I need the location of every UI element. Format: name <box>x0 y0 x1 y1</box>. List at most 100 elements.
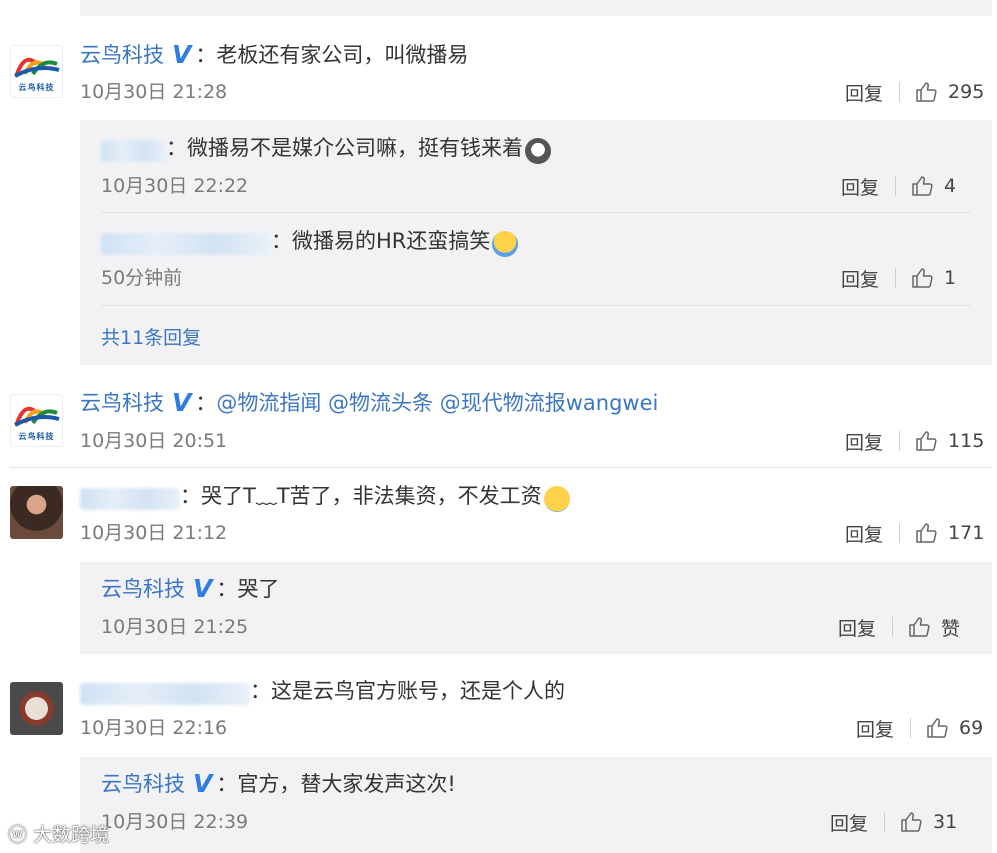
comment-time: 10月30日 20:51 <box>80 430 228 452</box>
reply-button[interactable]: 回复 <box>845 79 883 106</box>
divider <box>884 812 886 832</box>
author-name[interactable]: 云鸟科技 <box>101 577 185 601</box>
reply-text: 微播易不是媒介公司嘛，挺有钱来着 <box>187 136 523 160</box>
comment-actions: 回复 171 <box>845 519 984 547</box>
reply-time: 10月30日 22:22 <box>101 175 249 197</box>
comment-line: 云鸟科技 V ：老板还有家公司，叫微播易 <box>80 40 468 72</box>
reply-button[interactable]: 回复 <box>830 809 868 836</box>
yunniao-logo-icon <box>14 57 60 78</box>
reply-actions: 回复 31 <box>830 808 957 836</box>
colon: ： <box>250 679 271 703</box>
thumbs-up-icon <box>909 617 930 637</box>
reply-line: 云鸟科技 V ：哭了 <box>101 574 279 606</box>
author-name[interactable]: 云鸟科技 <box>80 43 164 67</box>
reply-button[interactable]: 回复 <box>845 520 883 547</box>
comment-line: ：哭了T﹏T苦了，非法集资，不发工资 <box>80 481 570 513</box>
comment-time: 10月30日 21:12 <box>80 522 228 544</box>
thumbs-up-icon <box>901 812 922 832</box>
thumbs-up-icon <box>912 176 933 196</box>
divider <box>910 718 912 738</box>
avatar[interactable] <box>10 486 63 539</box>
verified-v-icon: V <box>193 574 213 603</box>
like-button[interactable]: 69 <box>925 716 983 740</box>
blurred-username[interactable] <box>101 139 166 162</box>
reply-button[interactable]: 回复 <box>841 173 879 200</box>
comment-actions: 回复 295 <box>845 78 984 106</box>
like-button[interactable]: 1 <box>910 266 956 290</box>
comment-line: ：这是云鸟官方账号，还是个人的 <box>80 676 565 708</box>
comment-line: 云鸟科技 V ：@物流指闻 @物流头条 @现代物流报wangwei <box>80 388 658 420</box>
avatar[interactable] <box>10 682 63 735</box>
like-count: 4 <box>944 175 957 197</box>
like-count: 115 <box>948 430 985 452</box>
crying-emoji-icon <box>543 485 570 512</box>
colon: ： <box>271 229 292 253</box>
like-button[interactable]: 赞 <box>907 614 960 641</box>
blurred-username[interactable] <box>101 232 271 255</box>
divider <box>899 523 901 543</box>
reply-button[interactable]: 回复 <box>838 614 876 641</box>
reply-line: ：微播易不是媒介公司嘛，挺有钱来着 <box>101 133 551 165</box>
colon: ： <box>216 577 238 601</box>
avatar[interactable]: 云鸟科技 <box>10 394 63 447</box>
like-count: 69 <box>959 717 984 739</box>
reply-actions: 回复 赞 <box>838 613 960 641</box>
divider <box>895 176 897 196</box>
divider <box>899 82 901 102</box>
like-button[interactable]: 31 <box>899 810 957 834</box>
verified-v-icon: V <box>193 769 213 798</box>
divider-line <box>101 212 971 213</box>
comment-text: 哭了T﹏T苦了，非法集资，不发工资 <box>201 484 542 508</box>
like-button[interactable]: 4 <box>910 174 956 198</box>
comment-actions: 回复 115 <box>845 427 984 455</box>
like-label: 赞 <box>941 617 961 640</box>
avatar-logo-text: 云鸟科技 <box>18 432 55 441</box>
reply-actions: 回复 4 <box>841 172 956 200</box>
reply-line: ：微播易的HR还蛮搞笑 <box>101 226 519 258</box>
reply-actions: 回复 1 <box>841 264 956 292</box>
reply-text: 官方，替大家发声这次! <box>237 772 456 796</box>
reply-time: 10月30日 21:25 <box>101 616 249 638</box>
comment-time: 10月30日 21:28 <box>80 81 228 103</box>
divider <box>895 268 897 288</box>
husky-emoji-icon <box>525 137 551 164</box>
blurred-username[interactable] <box>80 682 250 705</box>
divider-line <box>101 305 971 306</box>
author-name[interactable]: 云鸟科技 <box>101 772 185 796</box>
reply-text: 微播易的HR还蛮搞笑 <box>292 229 491 253</box>
thumbs-up-icon <box>916 82 937 102</box>
like-button[interactable]: 295 <box>914 80 984 104</box>
reply-line: 云鸟科技 V ：官方，替大家发声这次! <box>101 769 456 801</box>
reply-button[interactable]: 回复 <box>841 265 879 292</box>
more-replies-link[interactable]: 共11条回复 <box>101 323 201 350</box>
like-count: 31 <box>933 811 958 833</box>
like-button[interactable]: 171 <box>914 521 984 545</box>
divider-line <box>10 467 992 468</box>
watermark: ⓦ 大数跨境 <box>8 820 109 847</box>
mention-link[interactable]: @现代物流报wangwei <box>440 391 659 415</box>
reply-button[interactable]: 回复 <box>856 715 894 742</box>
avatar-logo-text: 云鸟科技 <box>18 83 55 92</box>
hug-emoji-icon <box>492 230 519 257</box>
blurred-username[interactable] <box>80 487 180 510</box>
reply-time: 10月30日 22:39 <box>101 811 249 833</box>
comment-actions: 回复 69 <box>856 714 983 742</box>
mention-link[interactable]: @物流头条 <box>328 391 433 415</box>
thumbs-up-icon <box>927 718 948 738</box>
verified-v-icon: V <box>172 388 192 417</box>
avatar[interactable]: 云鸟科技 <box>10 45 63 98</box>
mention-link[interactable]: @物流指闻 <box>216 391 321 415</box>
colon: ： <box>195 43 217 67</box>
reply-button[interactable]: 回复 <box>845 428 883 455</box>
weibo-logo-icon: ⓦ <box>8 824 28 846</box>
colon: ： <box>166 136 187 160</box>
author-name[interactable]: 云鸟科技 <box>80 391 164 415</box>
thumbs-up-icon <box>916 431 937 451</box>
colon: ： <box>195 391 217 415</box>
like-button[interactable]: 115 <box>914 429 984 453</box>
colon: ： <box>180 484 201 508</box>
thumbs-up-icon <box>912 268 933 288</box>
verified-v-icon: V <box>172 40 192 69</box>
comment-text: 这是云鸟官方账号，还是个人的 <box>271 679 565 703</box>
reply-text: 哭了 <box>237 577 280 601</box>
